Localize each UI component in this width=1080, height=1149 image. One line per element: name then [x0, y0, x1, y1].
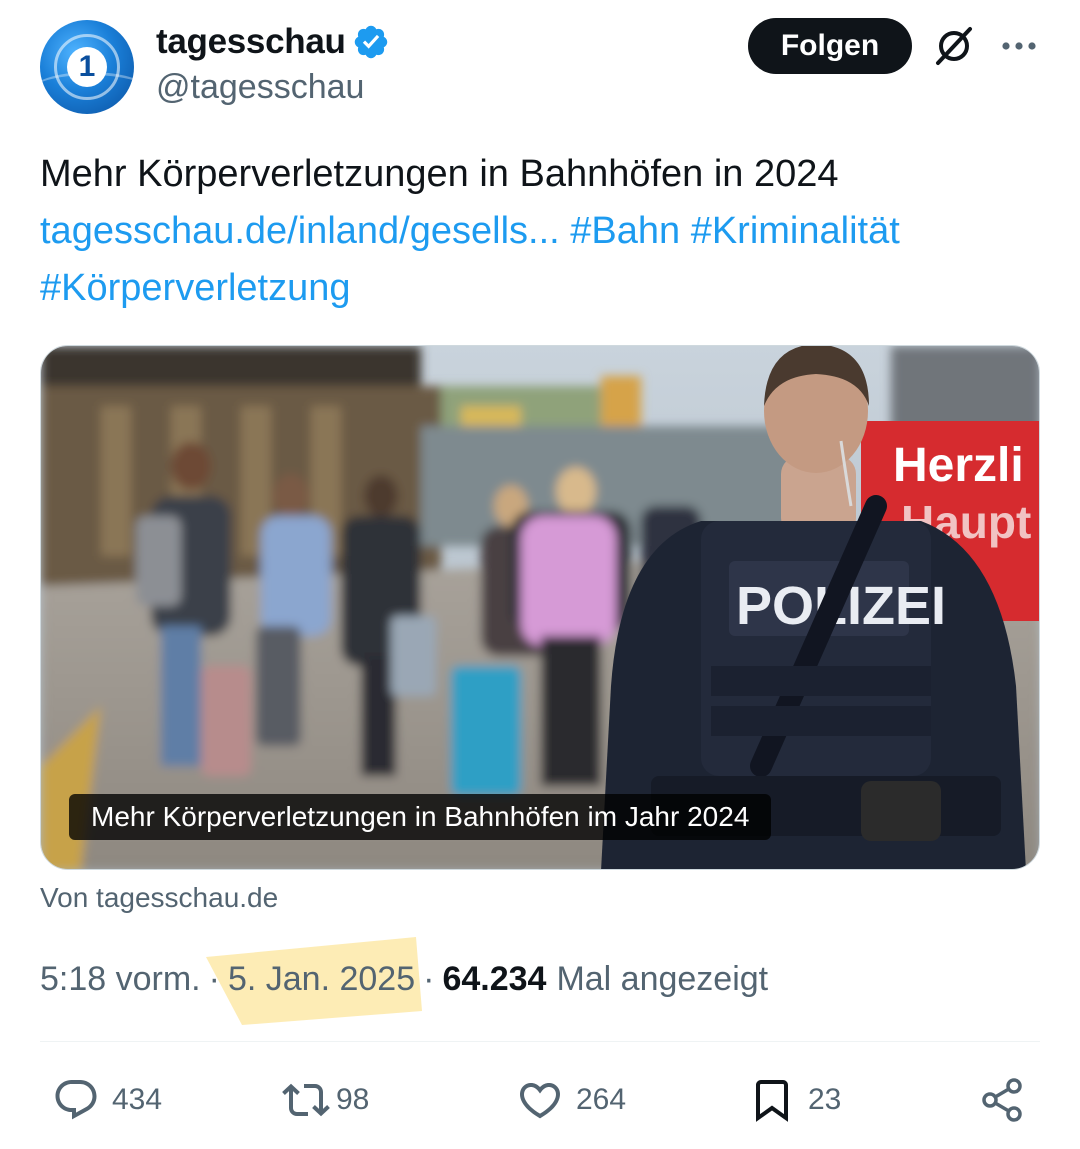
separator: · — [423, 959, 435, 998]
like-button[interactable]: 264 — [516, 1072, 626, 1128]
card-source[interactable]: Von tagesschau.de — [40, 882, 278, 914]
divider — [40, 1041, 1040, 1042]
repost-count: 98 — [336, 1083, 370, 1116]
hashtag-koerperverletzung[interactable]: #Körperverletzung — [40, 267, 351, 309]
user-handle[interactable]: @tagesschau — [156, 68, 364, 107]
verified-badge-icon — [354, 25, 387, 59]
action-bar: 434 98 264 23 — [40, 1072, 1040, 1128]
banner-text-1: Herzli — [893, 439, 1024, 492]
tweet-time[interactable]: 5:18 vorm. — [40, 960, 201, 999]
like-count: 264 — [576, 1083, 627, 1116]
tweet-header: 1 tagesschau @tagesschau Folgen — [40, 18, 1040, 114]
hashtag-bahn[interactable]: #Bahn — [570, 210, 680, 252]
more-icon[interactable] — [998, 28, 1040, 64]
tweet-body: Mehr Körperverletzungen in Bahnhöfen in … — [40, 153, 839, 195]
share-button[interactable] — [978, 1072, 1026, 1128]
tweet-date[interactable]: 5. Jan. 2025 — [228, 960, 415, 999]
bookmark-button[interactable]: 23 — [748, 1072, 841, 1128]
views-count: 64.234 — [442, 959, 547, 998]
share-icon — [982, 1078, 1022, 1122]
bookmark-count: 23 — [808, 1083, 842, 1116]
station-photo: Herzli Haupt POLIZEI — [41, 346, 1039, 869]
image-caption: Mehr Körperverletzungen in Bahnhöfen im … — [69, 794, 772, 840]
name-row: tagesschau — [156, 20, 390, 64]
hashtag-kriminalitaet[interactable]: #Kriminalität — [691, 210, 900, 252]
reply-button[interactable]: 434 — [52, 1072, 162, 1128]
follow-button[interactable]: Folgen — [748, 18, 912, 74]
grok-icon[interactable] — [932, 24, 976, 68]
link-card-image[interactable]: Herzli Haupt POLIZEI Mehr Körperverletzu… — [40, 345, 1040, 870]
tweet-text: Mehr Körperverletzungen in Bahnhöfen in … — [40, 146, 1040, 317]
avatar[interactable]: 1 — [40, 20, 134, 114]
article-link[interactable]: tagesschau.de/inland/gesells... — [40, 210, 560, 252]
tweet-links-line2: #Körperverletzung — [40, 260, 1040, 317]
avatar-glyph: 1 — [67, 47, 107, 87]
bookmark-icon — [756, 1080, 788, 1122]
repost-button[interactable]: 98 — [282, 1072, 369, 1128]
tweet-meta: 5:18 vorm. · 5. Jan. 2025 · 64.234 Mal a… — [40, 955, 768, 1003]
reply-icon — [55, 1080, 97, 1120]
reply-count: 434 — [112, 1083, 163, 1116]
repost-icon — [282, 1083, 330, 1117]
separator: · — [208, 959, 220, 998]
display-name[interactable]: tagesschau — [156, 22, 346, 62]
like-icon — [519, 1083, 561, 1119]
tweet-links: tagesschau.de/inland/gesells... #Bahn #K… — [40, 203, 1040, 260]
views-label: Mal angezeigt — [556, 959, 769, 998]
